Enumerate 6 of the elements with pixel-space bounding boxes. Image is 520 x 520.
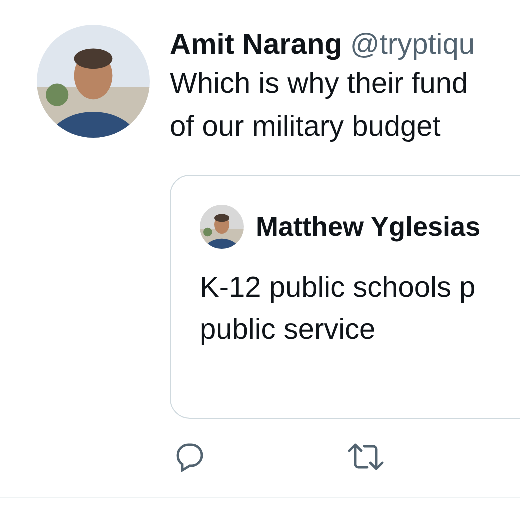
author-handle[interactable]: @tryptiqu xyxy=(350,27,475,63)
quoted-tweet-card[interactable]: Matthew Yglesias K-12 public schools p public service xyxy=(170,175,520,419)
quoted-tweet-text: K-12 public schools p public service xyxy=(200,271,477,348)
author-name[interactable]: Amit Narang xyxy=(170,27,342,63)
tweet-text: Which is why their fund of our military budget xyxy=(170,67,470,145)
quoted-author-name[interactable]: Matthew Yglesias xyxy=(256,206,481,248)
